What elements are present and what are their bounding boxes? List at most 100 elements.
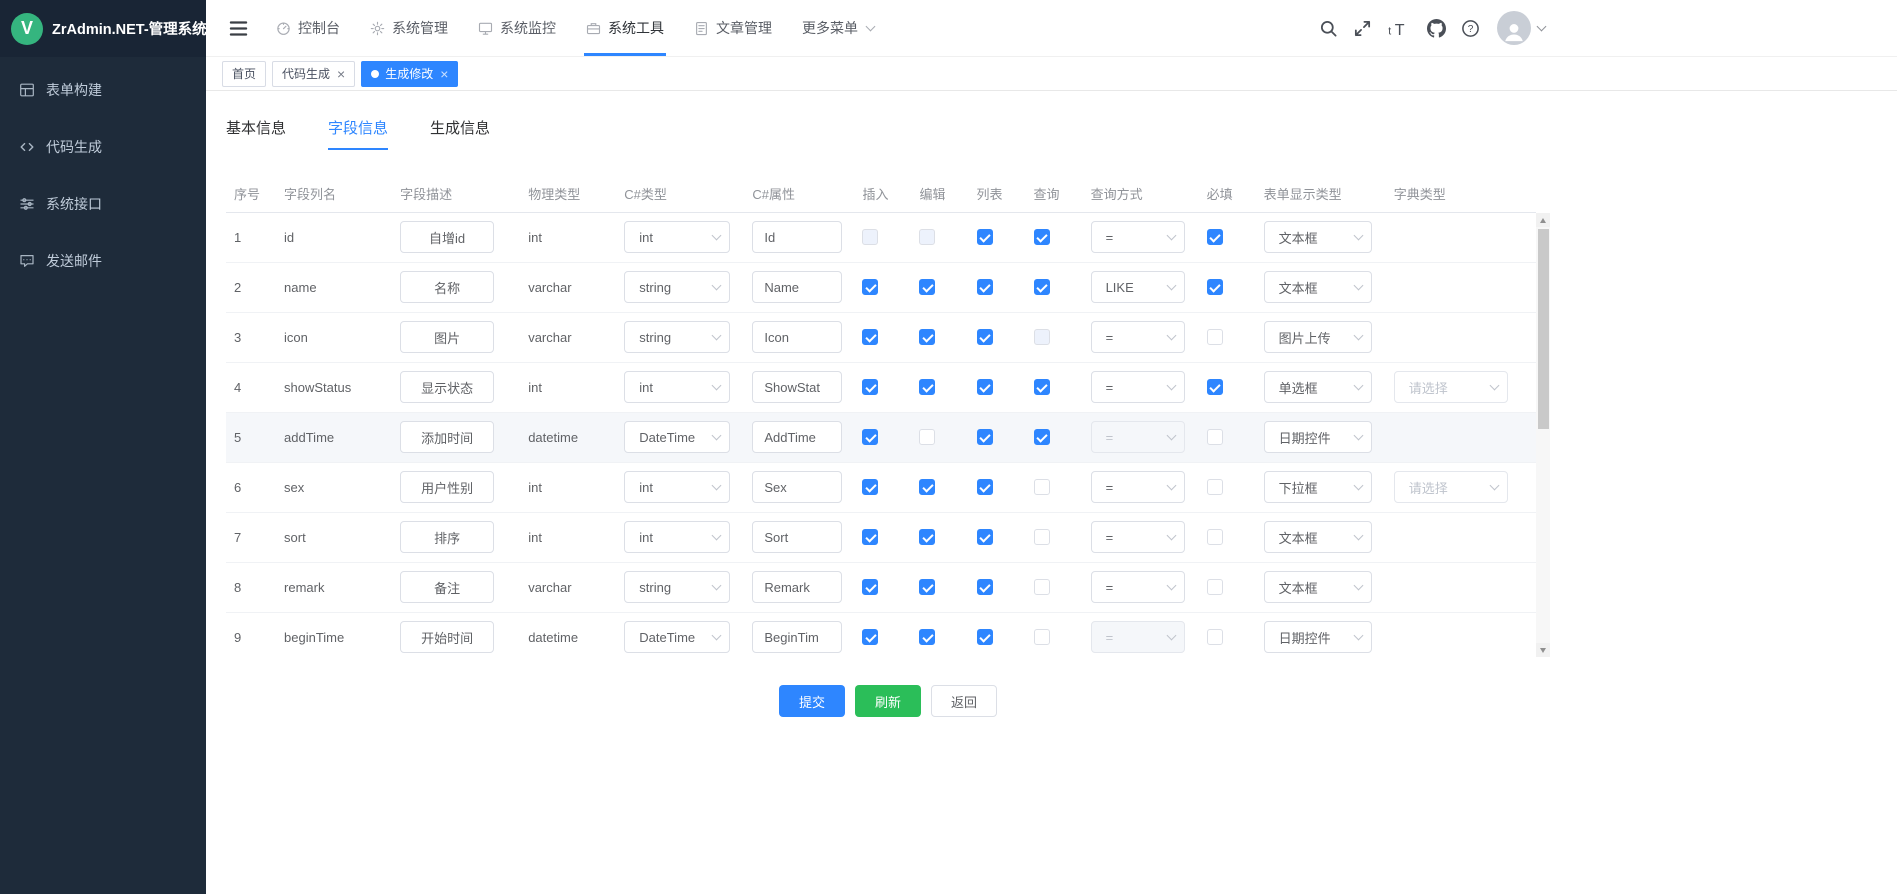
cs-type-select[interactable]: string	[624, 321, 730, 353]
back-button[interactable]: 返回	[931, 685, 997, 717]
dict-type-select[interactable]: 请选择	[1394, 471, 1508, 503]
edit-checkbox[interactable]	[919, 629, 935, 645]
field-desc-input[interactable]	[400, 571, 494, 603]
tab-field-info[interactable]: 字段信息	[328, 117, 388, 150]
cs-property-input[interactable]	[752, 371, 842, 403]
required-checkbox[interactable]	[1207, 479, 1223, 495]
scroll-down-button[interactable]	[1536, 643, 1550, 657]
edit-checkbox[interactable]	[919, 379, 935, 395]
list-checkbox[interactable]	[977, 529, 993, 545]
query-type-select[interactable]: LIKE	[1091, 271, 1185, 303]
field-desc-input[interactable]	[400, 421, 494, 453]
scrollbar-track[interactable]	[1536, 227, 1550, 643]
field-desc-input[interactable]	[400, 471, 494, 503]
sidebar-item-form-build[interactable]: 表单构建	[0, 61, 206, 118]
required-checkbox[interactable]	[1207, 229, 1223, 245]
display-type-select[interactable]: 文本框	[1264, 521, 1372, 553]
sidebar-item-send-mail[interactable]: 发送邮件	[0, 232, 206, 289]
query-checkbox[interactable]	[1034, 579, 1050, 595]
insert-checkbox[interactable]	[862, 629, 878, 645]
query-type-select[interactable]: =	[1091, 471, 1185, 503]
display-type-select[interactable]: 文本框	[1264, 271, 1372, 303]
query-type-select[interactable]: =	[1091, 221, 1185, 253]
cs-property-input[interactable]	[752, 571, 842, 603]
query-type-select[interactable]: =	[1091, 521, 1185, 553]
topnav-item-system-tools[interactable]: 系统工具	[571, 0, 679, 56]
required-checkbox[interactable]	[1207, 379, 1223, 395]
display-type-select[interactable]: 文本框	[1264, 571, 1372, 603]
list-checkbox[interactable]	[977, 629, 993, 645]
display-type-select[interactable]: 日期控件	[1264, 421, 1372, 453]
list-checkbox[interactable]	[977, 479, 993, 495]
topnav-item-article-manage[interactable]: 文章管理	[679, 0, 787, 56]
insert-checkbox[interactable]	[862, 279, 878, 295]
cs-property-input[interactable]	[752, 271, 842, 303]
field-desc-input[interactable]	[400, 521, 494, 553]
cs-type-select[interactable]: int	[624, 471, 730, 503]
display-type-select[interactable]: 图片上传	[1264, 321, 1372, 353]
cs-property-input[interactable]	[752, 221, 842, 253]
insert-checkbox[interactable]	[862, 529, 878, 545]
insert-checkbox[interactable]	[862, 429, 878, 445]
edit-checkbox[interactable]	[919, 579, 935, 595]
tab-basic-info[interactable]: 基本信息	[226, 117, 286, 150]
cs-type-select[interactable]: DateTime	[624, 421, 730, 453]
insert-checkbox[interactable]	[862, 479, 878, 495]
tag-home[interactable]: 首页	[222, 61, 266, 87]
required-checkbox[interactable]	[1207, 329, 1223, 345]
topnav-item-system-monitor[interactable]: 系统监控	[463, 0, 571, 56]
query-checkbox[interactable]	[1034, 429, 1050, 445]
collapse-menu-icon[interactable]	[228, 18, 249, 39]
cs-property-input[interactable]	[752, 321, 842, 353]
user-menu[interactable]	[1497, 11, 1545, 45]
help-icon[interactable]: ?	[1461, 19, 1480, 38]
cs-property-input[interactable]	[752, 471, 842, 503]
edit-checkbox[interactable]	[919, 529, 935, 545]
field-desc-input[interactable]	[400, 321, 494, 353]
list-checkbox[interactable]	[977, 279, 993, 295]
cs-property-input[interactable]	[752, 621, 842, 653]
tab-gen-info[interactable]: 生成信息	[430, 117, 490, 150]
edit-checkbox[interactable]	[919, 429, 935, 445]
close-icon[interactable]: ×	[440, 67, 448, 81]
query-checkbox[interactable]	[1034, 629, 1050, 645]
sidebar-item-code-gen[interactable]: 代码生成	[0, 118, 206, 175]
cs-type-select[interactable]: string	[624, 571, 730, 603]
cs-property-input[interactable]	[752, 521, 842, 553]
github-icon[interactable]	[1427, 19, 1446, 38]
submit-button[interactable]: 提交	[779, 685, 845, 717]
query-checkbox[interactable]	[1034, 379, 1050, 395]
font-size-icon[interactable]: tT	[1387, 19, 1412, 38]
topnav-item-more-menus[interactable]: 更多菜单	[787, 0, 889, 56]
edit-checkbox[interactable]	[919, 329, 935, 345]
display-type-select[interactable]: 日期控件	[1264, 621, 1372, 653]
refresh-button[interactable]: 刷新	[855, 685, 921, 717]
list-checkbox[interactable]	[977, 379, 993, 395]
display-type-select[interactable]: 下拉框	[1264, 471, 1372, 503]
scrollbar-thumb[interactable]	[1538, 229, 1549, 429]
edit-checkbox[interactable]	[919, 279, 935, 295]
cs-type-select[interactable]: int	[624, 521, 730, 553]
cs-type-select[interactable]: int	[624, 221, 730, 253]
insert-checkbox[interactable]	[862, 329, 878, 345]
cs-property-input[interactable]	[752, 421, 842, 453]
field-desc-input[interactable]	[400, 271, 494, 303]
list-checkbox[interactable]	[977, 429, 993, 445]
table-scrollbar[interactable]	[1536, 213, 1550, 657]
app-logo[interactable]: V ZrAdmin.NET-管理系统	[0, 0, 206, 57]
field-desc-input[interactable]	[400, 221, 494, 253]
close-icon[interactable]: ×	[337, 67, 345, 81]
edit-checkbox[interactable]	[919, 479, 935, 495]
field-desc-input[interactable]	[400, 371, 494, 403]
cs-type-select[interactable]: int	[624, 371, 730, 403]
cs-type-select[interactable]: DateTime	[624, 621, 730, 653]
cs-type-select[interactable]: string	[624, 271, 730, 303]
query-checkbox[interactable]	[1034, 279, 1050, 295]
query-type-select[interactable]: =	[1091, 371, 1185, 403]
insert-checkbox[interactable]	[862, 579, 878, 595]
display-type-select[interactable]: 文本框	[1264, 221, 1372, 253]
query-type-select[interactable]: =	[1091, 571, 1185, 603]
query-checkbox[interactable]	[1034, 529, 1050, 545]
search-icon[interactable]	[1319, 19, 1338, 38]
topnav-item-system-manage[interactable]: 系统管理	[355, 0, 463, 56]
